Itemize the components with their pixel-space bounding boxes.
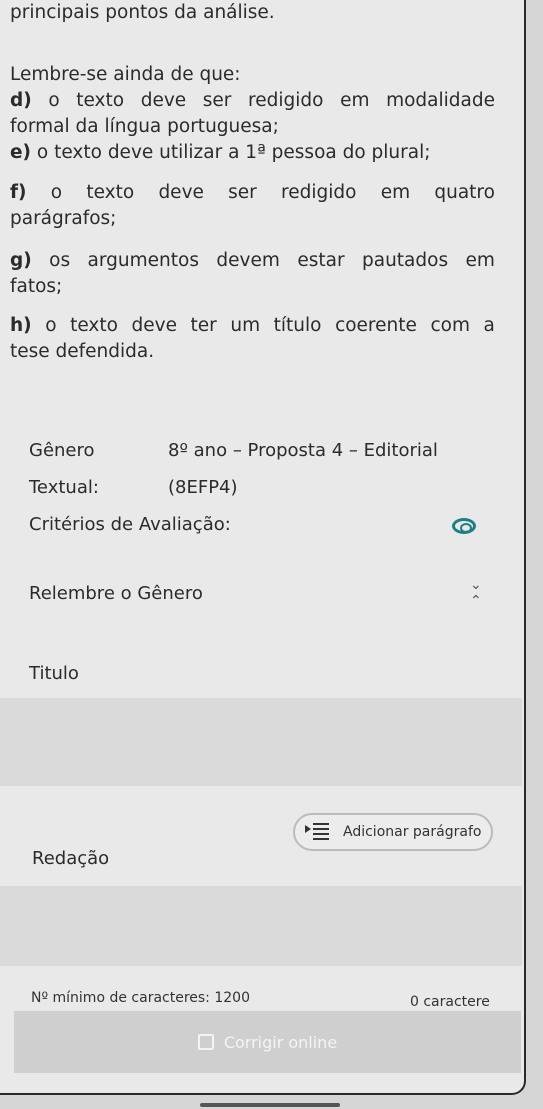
item-word: em (340, 90, 370, 111)
item-word: deve (140, 90, 187, 111)
item-letter: h) (10, 315, 32, 336)
item-word: ser (228, 182, 257, 203)
chevron-down-icon[interactable]: ⌄ (470, 578, 482, 592)
item-word: texto (70, 315, 118, 336)
item-d: d) o texto deve ser redigido em modalidade (10, 88, 495, 114)
item-word: devem (216, 250, 280, 271)
item-e-text: o texto deve utilizar a 1ª pessoa do plu… (36, 142, 431, 163)
item-word: o (50, 182, 63, 203)
item-word: modalidade (386, 90, 495, 111)
item-word: ser (202, 90, 232, 111)
item-word: coerente (335, 315, 417, 336)
item-f-line1: f) o texto deve ser redigido em quatro (10, 180, 495, 206)
title-input[interactable] (0, 698, 522, 786)
eye-icon[interactable] (452, 518, 476, 534)
item-word: título (273, 315, 322, 336)
add-paragraph-label: Adicionar parágrafo (343, 824, 482, 840)
essay-label: Redação (32, 848, 110, 869)
corrigir-online-label: Corrigir online (223, 1032, 338, 1052)
item-word: estar (297, 250, 345, 271)
item-word: o (45, 315, 57, 336)
item-d-line2: formal da língua portuguesa; (10, 116, 279, 137)
item-word: o (48, 90, 60, 111)
item-word: ter (190, 315, 217, 336)
genre-label-2: Textual: (29, 477, 99, 498)
item-d-line1: d) o texto deve ser redigido em modalidade (10, 88, 495, 114)
criteria-label: Critérios de Avaliação: (29, 514, 231, 535)
home-indicator (200, 1103, 340, 1107)
item-h-line2: tese defendida. (10, 341, 155, 362)
item-letter: g) (10, 250, 32, 271)
intro-line: principais pontos da análise. (10, 2, 275, 23)
add-paragraph-button[interactable]: Adicionar parágrafo (293, 813, 493, 851)
chevron-up-icon[interactable]: ⌃ (470, 594, 482, 608)
item-word: redigido (281, 182, 357, 203)
item-word: redigido (248, 90, 324, 111)
item-f-line2: parágrafos; (10, 208, 117, 229)
item-g-line1: g) os argumentos devem estar pautados em (10, 248, 495, 274)
item-word: deve (158, 182, 204, 203)
genre-label-1: Gênero (29, 440, 95, 461)
item-word: em (465, 250, 495, 271)
item-letter: d) (10, 90, 32, 111)
spellcheck-icon (197, 1034, 214, 1050)
item-word: texto (76, 90, 125, 111)
item-g: g) os argumentos devem estar pautados em (10, 248, 495, 274)
item-word: pautados (362, 250, 449, 271)
corrigir-online-button[interactable]: Corrigir online (14, 1011, 521, 1073)
item-word: argumentos (87, 250, 199, 271)
item-word: um (230, 315, 261, 336)
item-h: h) o texto deve ter um título coerente com a (10, 313, 495, 339)
min-characters-label: Nº mínimo de caracteres: 1200 (31, 990, 250, 1006)
character-count: 0 caractere (410, 994, 490, 1010)
item-word: quatro (434, 182, 495, 203)
item-word: com (430, 315, 470, 336)
proposal-card: principais pontos da análise. Lembre-se … (0, 0, 526, 1095)
item-h-line1: h) o texto deve ter um título coerente com a (10, 313, 495, 339)
item-word: a (483, 315, 495, 336)
indent-list-icon (305, 823, 331, 841)
genre-reminder-label[interactable]: Relembre o Gênero (29, 583, 203, 604)
item-e-letter: e) (10, 142, 32, 163)
item-word: em (380, 182, 411, 203)
item-letter: f) (10, 182, 27, 203)
item-f: f) o texto deve ser redigido em quatro (10, 180, 495, 206)
genre-value-1: 8º ano – Proposta 4 – Editorial (168, 440, 438, 461)
item-word: texto (86, 182, 135, 203)
genre-value-2: (8EFP4) (168, 477, 238, 498)
item-g-line2: fatos; (10, 276, 63, 297)
essay-input[interactable] (0, 886, 522, 966)
item-e: e) o texto deve utilizar a 1ª pessoa do … (10, 140, 430, 166)
remember-heading: Lembre-se ainda de que: (10, 64, 241, 85)
title-label: Titulo (29, 663, 79, 684)
item-word: os (49, 250, 71, 271)
item-word: deve (131, 315, 177, 336)
